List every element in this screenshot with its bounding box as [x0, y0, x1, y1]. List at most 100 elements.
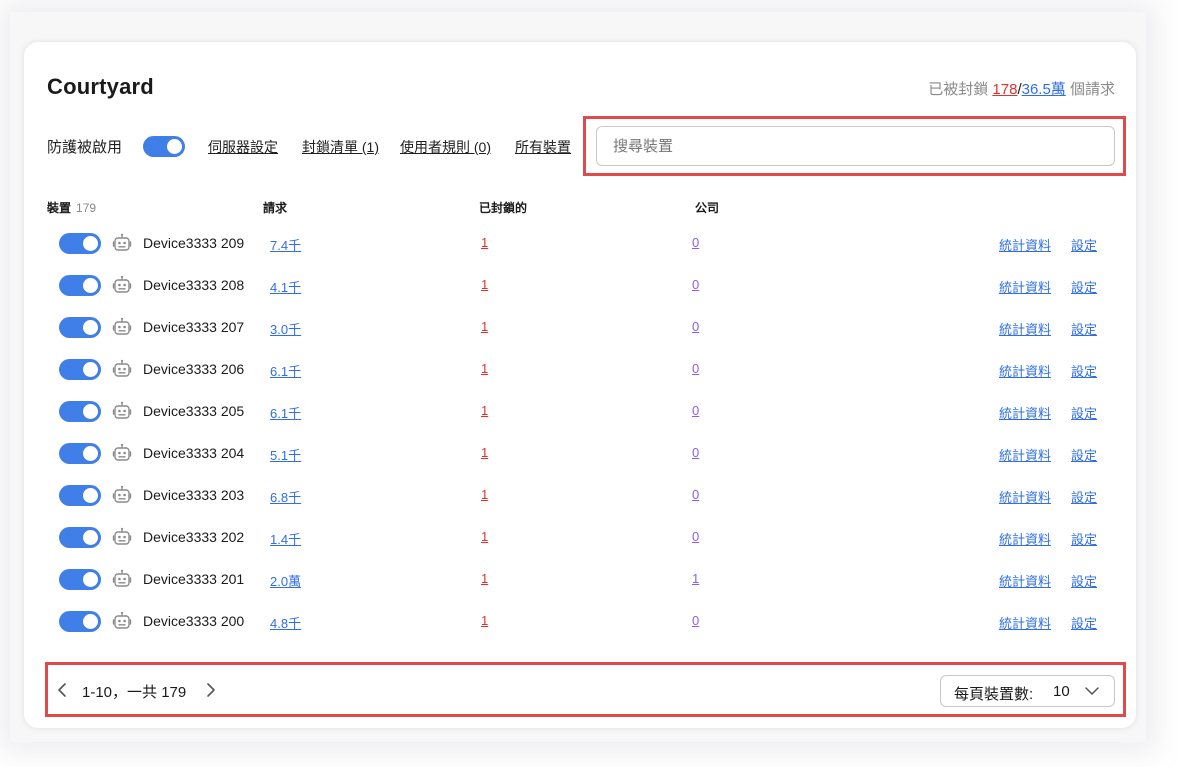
device-name: Device3333 208: [143, 277, 245, 293]
table-row: Device3333 204 5.1千 1 0 統計資料 設定: [0, 432, 1178, 474]
blocked-link[interactable]: 1: [481, 571, 488, 586]
table-row: Device3333 203 6.8千 1 0 統計資料 設定: [0, 474, 1178, 516]
chevron-down-icon: [1085, 687, 1099, 695]
requests-link[interactable]: 4.8千: [270, 613, 301, 632]
table-row: Device3333 208 4.1千 1 0 統計資料 設定: [0, 264, 1178, 306]
user-rules-link[interactable]: 使用者規則 (0): [400, 137, 491, 157]
table-row: Device3333 206 6.1千 1 0 統計資料 設定: [0, 348, 1178, 390]
device-toggle[interactable]: [59, 527, 101, 548]
company-link[interactable]: 0: [692, 529, 699, 544]
per-page-select[interactable]: 每頁裝置數: 10: [940, 675, 1115, 707]
statistics-link[interactable]: 統計資料: [999, 571, 1051, 590]
statistics-link[interactable]: 統計資料: [999, 235, 1051, 254]
settings-link[interactable]: 設定: [1071, 487, 1097, 506]
robot-icon: [112, 527, 132, 547]
protection-label: 防護被啟用: [47, 138, 123, 156]
chevron-right-icon[interactable]: [203, 681, 219, 699]
blocked-link[interactable]: 1: [481, 487, 488, 502]
settings-link[interactable]: 設定: [1071, 403, 1097, 422]
blocked-link[interactable]: 1: [481, 613, 488, 628]
requests-link[interactable]: 6.1千: [270, 361, 301, 380]
blocked-link[interactable]: 1: [481, 277, 488, 292]
all-devices-link[interactable]: 所有裝置: [515, 137, 571, 157]
pagination-range: 1-10，一共 179: [82, 684, 187, 701]
statistics-link[interactable]: 統計資料: [999, 403, 1051, 422]
requests-link[interactable]: 1.4千: [270, 529, 301, 548]
device-name: Device3333 201: [143, 571, 245, 587]
requests-link[interactable]: 3.0千: [270, 319, 301, 338]
device-name: Device3333 203: [143, 487, 245, 503]
statistics-link[interactable]: 統計資料: [999, 613, 1051, 632]
search-input[interactable]: [596, 126, 1115, 166]
summary-suffix: 個請求: [1069, 81, 1115, 98]
table-row: Device3333 202 1.4千 1 0 統計資料 設定: [0, 516, 1178, 558]
company-link[interactable]: 0: [692, 319, 699, 334]
company-link[interactable]: 0: [692, 403, 699, 418]
device-toggle[interactable]: [59, 401, 101, 422]
settings-link[interactable]: 設定: [1071, 319, 1097, 338]
company-link[interactable]: 0: [692, 487, 699, 502]
company-link[interactable]: 0: [692, 613, 699, 628]
device-toggle[interactable]: [59, 317, 101, 338]
requests-link[interactable]: 7.4千: [270, 235, 301, 254]
device-toggle[interactable]: [59, 485, 101, 506]
company-link[interactable]: 0: [692, 445, 699, 460]
chevron-left-icon[interactable]: [54, 681, 70, 699]
blocklist-link[interactable]: 封鎖清單 (1): [302, 137, 379, 157]
statistics-link[interactable]: 統計資料: [999, 487, 1051, 506]
blocked-link[interactable]: 1: [481, 235, 488, 250]
header-requests: 請求: [263, 201, 288, 215]
summary-prefix: 已被封鎖: [928, 81, 989, 98]
company-link[interactable]: 0: [692, 235, 699, 250]
requests-link[interactable]: 6.1千: [270, 403, 301, 422]
header-blocked: 已封鎖的: [479, 201, 528, 215]
settings-link[interactable]: 設定: [1071, 571, 1097, 590]
device-toggle[interactable]: [59, 275, 101, 296]
company-link[interactable]: 1: [692, 571, 699, 586]
device-toggle[interactable]: [59, 443, 101, 464]
device-toggle[interactable]: [59, 233, 101, 254]
blocked-link[interactable]: 1: [481, 319, 488, 334]
settings-link[interactable]: 設定: [1071, 361, 1097, 380]
blocked-link[interactable]: 1: [481, 529, 488, 544]
device-toggle[interactable]: [59, 611, 101, 632]
blocked-count-link[interactable]: 178: [992, 81, 1017, 98]
statistics-link[interactable]: 統計資料: [999, 319, 1051, 338]
settings-link[interactable]: 設定: [1071, 235, 1097, 254]
requests-link[interactable]: 5.1千: [270, 445, 301, 464]
blocked-link[interactable]: 1: [481, 445, 488, 460]
robot-icon: [112, 401, 132, 421]
statistics-link[interactable]: 統計資料: [999, 529, 1051, 548]
requests-link[interactable]: 2.0萬: [270, 571, 301, 590]
protection-toggle[interactable]: [143, 136, 185, 157]
device-name: Device3333 200: [143, 613, 245, 629]
requests-link[interactable]: 4.1千: [270, 277, 301, 296]
blocked-link[interactable]: 1: [481, 361, 488, 376]
robot-icon: [112, 443, 132, 463]
robot-icon: [112, 275, 132, 295]
robot-icon: [112, 569, 132, 589]
company-link[interactable]: 0: [692, 277, 699, 292]
statistics-link[interactable]: 統計資料: [999, 361, 1051, 380]
blocked-summary: 已被封鎖 178/36.5萬 個請求: [928, 78, 1115, 99]
settings-link[interactable]: 設定: [1071, 529, 1097, 548]
blocked-link[interactable]: 1: [481, 403, 488, 418]
company-link[interactable]: 0: [692, 361, 699, 376]
robot-icon: [112, 317, 132, 337]
device-name: Device3333 205: [143, 403, 245, 419]
settings-link[interactable]: 設定: [1071, 613, 1097, 632]
requests-link[interactable]: 6.8千: [270, 487, 301, 506]
settings-link[interactable]: 設定: [1071, 445, 1097, 464]
device-name: Device3333 206: [143, 361, 245, 377]
robot-icon: [112, 233, 132, 253]
device-name: Device3333 202: [143, 529, 245, 545]
device-toggle[interactable]: [59, 569, 101, 590]
total-requests-link[interactable]: 36.5萬: [1022, 81, 1066, 98]
statistics-link[interactable]: 統計資料: [999, 277, 1051, 296]
per-page-label: 每頁裝置數:: [954, 686, 1034, 703]
settings-link[interactable]: 設定: [1071, 277, 1097, 296]
statistics-link[interactable]: 統計資料: [999, 445, 1051, 464]
device-toggle[interactable]: [59, 359, 101, 380]
header-device: 裝置 179: [47, 199, 96, 216]
server-settings-link[interactable]: 伺服器設定: [208, 137, 278, 157]
